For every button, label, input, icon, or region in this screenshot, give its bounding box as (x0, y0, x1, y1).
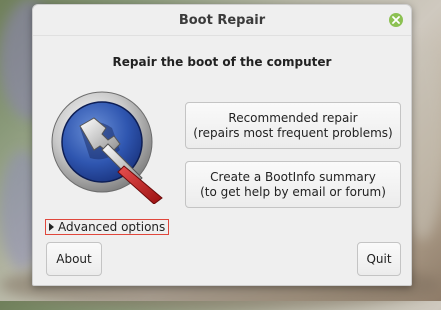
titlebar[interactable]: Boot Repair (33, 5, 411, 36)
triangle-right-icon (49, 223, 54, 231)
advanced-options-label: Advanced options (58, 220, 166, 234)
page-heading: Repair the boot of the computer (112, 55, 332, 69)
close-button[interactable] (389, 13, 403, 27)
recommended-repair-label: Recommended repair (228, 110, 358, 125)
advanced-options-expander[interactable]: Advanced options (45, 219, 170, 235)
quit-button[interactable]: Quit (357, 242, 401, 276)
boot-repair-window: Boot Repair Repair the boot of the compu… (32, 4, 412, 286)
recommended-repair-sublabel: (repairs most frequent problems) (193, 125, 393, 140)
recommended-repair-button[interactable]: Recommended repair (repairs most frequen… (185, 102, 401, 149)
boot-repair-logo-icon (51, 91, 163, 204)
window-title: Boot Repair (178, 13, 266, 28)
about-button[interactable]: About (46, 242, 102, 276)
bootinfo-summary-button[interactable]: Create a BootInfo summary (to get help b… (185, 161, 401, 208)
close-icon (392, 16, 400, 24)
bootinfo-summary-label: Create a BootInfo summary (210, 169, 376, 184)
bootinfo-summary-sublabel: (to get help by email or forum) (200, 184, 386, 199)
